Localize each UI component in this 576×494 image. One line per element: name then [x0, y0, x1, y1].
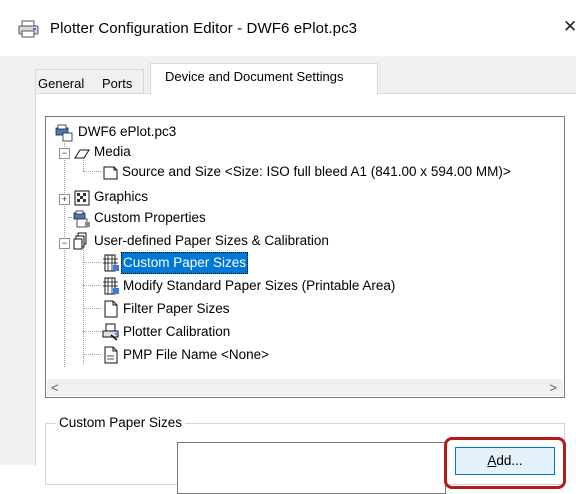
paper-stack-icon: [73, 232, 87, 250]
graphics-icon: [74, 190, 90, 206]
custom-properties-icon: [73, 210, 90, 228]
window-title: Plotter Configuration Editor - DWF6 ePlo…: [50, 20, 358, 37]
tab-device-label: Device and Document Settings: [165, 69, 344, 84]
tree-item-root[interactable]: DWF6 ePlot.pc3: [46, 121, 178, 143]
tab-panel: DWF6 ePlot.pc3 − Media Source and Size <…: [35, 93, 576, 494]
tree-label: Graphics: [94, 189, 149, 204]
tree-item-user-defined-paper-sizes[interactable]: User-defined Paper Sizes & Calibration: [46, 230, 331, 252]
tree-item-source-and-size[interactable]: Source and Size <Size: ISO full bleed A1…: [46, 161, 513, 183]
tree-label: Filter Paper Sizes: [123, 301, 230, 316]
tab-ports[interactable]: Ports: [91, 69, 144, 94]
tab-general-label: General: [38, 76, 85, 91]
close-icon[interactable]: ✕: [563, 17, 576, 37]
paper-icon: [103, 166, 118, 180]
tree-item-pmp-file-name[interactable]: PMP File Name <None>: [46, 344, 271, 366]
tree-item-graphics[interactable]: Graphics: [46, 186, 150, 208]
plotter-config-icon: [55, 124, 73, 142]
pmp-file-icon: [104, 346, 118, 364]
filter-paper-icon: [104, 300, 118, 318]
scroll-left-icon[interactable]: <: [51, 379, 59, 396]
tree-item-media[interactable]: Media: [46, 141, 133, 163]
tree-label: Modify Standard Paper Sizes (Printable A…: [123, 278, 396, 293]
tree-label: Custom Paper Sizes: [121, 252, 249, 274]
tab-general[interactable]: General: [35, 69, 93, 94]
plotter-icon: [18, 20, 39, 38]
tree-label: PMP File Name <None>: [123, 347, 270, 362]
tree-item-custom-properties[interactable]: Custom Properties: [46, 207, 208, 229]
custom-paper-sizes-group: Custom Paper Sizes Add...: [45, 415, 566, 494]
tree-label: Source and Size <Size: ISO full bleed A1…: [122, 164, 511, 179]
tree-item-modify-standard-paper-sizes[interactable]: Modify Standard Paper Sizes (Printable A…: [46, 275, 397, 297]
highlight-ring: [444, 437, 566, 489]
tree-label: Custom Properties: [94, 210, 206, 225]
tree-label: Plotter Calibration: [123, 324, 231, 339]
tree-item-custom-paper-sizes[interactable]: Custom Paper Sizes: [46, 252, 249, 274]
tree-label: Media: [94, 144, 131, 159]
group-legend: Custom Paper Sizes: [56, 415, 186, 430]
calibration-icon: [102, 323, 120, 341]
custom-paper-sizes-list[interactable]: [177, 442, 446, 494]
tree-item-filter-paper-sizes[interactable]: Filter Paper Sizes: [46, 298, 232, 320]
tab-device-and-document-settings[interactable]: Device and Document Settings: [150, 63, 378, 95]
dialog-client: General Ports Device and Document Settin…: [0, 56, 576, 494]
settings-tree[interactable]: DWF6 ePlot.pc3 − Media Source and Size <…: [45, 116, 565, 398]
tree-item-plotter-calibration[interactable]: Plotter Calibration: [46, 321, 232, 343]
title-bar: Plotter Configuration Editor - DWF6 ePlo…: [0, 0, 576, 56]
custom-paper-icon: [103, 254, 119, 272]
tree-label: DWF6 ePlot.pc3: [78, 124, 177, 139]
tree-label: User-defined Paper Sizes & Calibration: [94, 233, 329, 248]
horizontal-scrollbar[interactable]: < >: [47, 379, 563, 396]
modify-paper-icon: [103, 277, 119, 295]
scroll-right-icon[interactable]: >: [549, 379, 557, 396]
tab-ports-label: Ports: [102, 76, 133, 91]
